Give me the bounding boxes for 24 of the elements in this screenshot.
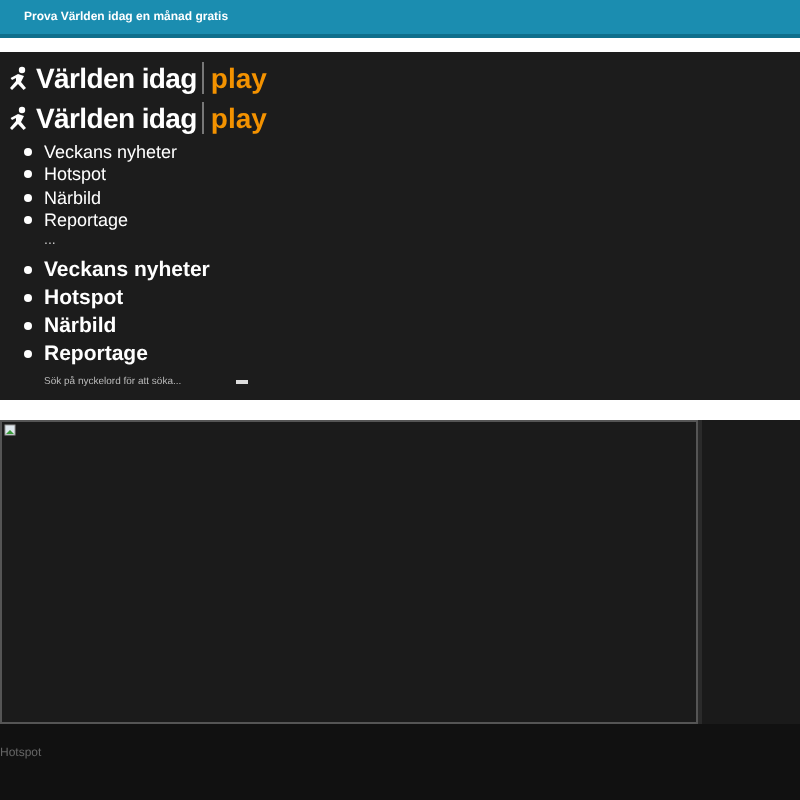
bullet-icon bbox=[24, 216, 32, 225]
logo-product[interactable]: play bbox=[210, 102, 267, 134]
nav-link[interactable]: Hotspot bbox=[44, 286, 124, 310]
video-player[interactable] bbox=[0, 420, 698, 724]
logo-wordmark[interactable]: Världen idag bbox=[36, 102, 197, 134]
nav-link[interactable]: Veckans nyheter bbox=[44, 141, 178, 162]
nav-link[interactable]: Hotspot bbox=[44, 164, 107, 185]
nav-link[interactable]: Veckans nyheter bbox=[44, 258, 210, 282]
runner-icon bbox=[6, 65, 30, 91]
logo-wordmark[interactable]: Världen idag bbox=[36, 62, 197, 94]
nav-link[interactable]: Närbild bbox=[44, 187, 102, 208]
bullet-icon bbox=[24, 147, 32, 156]
broken-image-icon bbox=[4, 424, 16, 436]
logo-product[interactable]: play bbox=[210, 62, 267, 94]
bullet-icon bbox=[24, 294, 32, 302]
bullet-icon bbox=[24, 350, 32, 358]
nav-link[interactable]: Närbild bbox=[44, 314, 117, 338]
runner-icon bbox=[6, 105, 30, 131]
bullet-icon bbox=[24, 170, 32, 179]
bullet-icon bbox=[24, 322, 32, 330]
bullet-icon bbox=[24, 266, 32, 274]
nav-link[interactable]: Reportage bbox=[44, 210, 129, 231]
nav-link[interactable]: Reportage bbox=[44, 342, 148, 366]
bullet-icon bbox=[24, 193, 32, 202]
